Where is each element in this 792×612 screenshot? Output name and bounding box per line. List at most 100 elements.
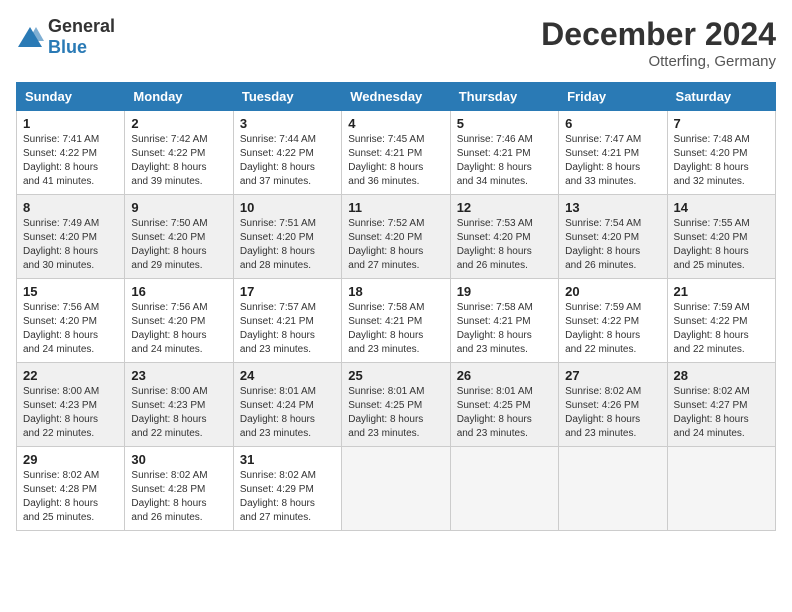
day-number: 5 (457, 116, 552, 131)
calendar-cell: 7 Sunrise: 7:48 AMSunset: 4:20 PMDaylight… (667, 111, 775, 195)
calendar-cell: 22 Sunrise: 8:00 AMSunset: 4:23 PMDayligh… (17, 363, 125, 447)
calendar-cell: 21 Sunrise: 7:59 AMSunset: 4:22 PMDayligh… (667, 279, 775, 363)
day-number: 18 (348, 284, 443, 299)
calendar-week-5: 29 Sunrise: 8:02 AMSunset: 4:28 PMDayligh… (17, 447, 776, 531)
logo-general: General (48, 16, 115, 36)
day-number: 15 (23, 284, 118, 299)
day-info: Sunrise: 7:45 AMSunset: 4:21 PMDaylight:… (348, 133, 443, 189)
day-number: 25 (348, 368, 443, 383)
title-area: December 2024 Otterfing, Germany (541, 16, 776, 70)
day-info: Sunrise: 8:02 AMSunset: 4:26 PMDaylight:… (565, 385, 660, 441)
day-header-friday: Friday (559, 83, 667, 111)
day-number: 17 (240, 284, 335, 299)
calendar-cell: 26 Sunrise: 8:01 AMSunset: 4:25 PMDayligh… (450, 363, 558, 447)
calendar-cell: 24Sunrise: 8:01 AMSunset: 4:24 PMDayligh… (233, 363, 341, 447)
day-header-monday: Monday (125, 83, 233, 111)
calendar-cell: 31 Sunrise: 8:02 AMSunset: 4:29 PMDayligh… (233, 447, 341, 531)
day-info: Sunrise: 7:58 AMSunset: 4:21 PMDaylight:… (348, 301, 443, 357)
day-info: Sunrise: 7:56 AMSunset: 4:20 PMDaylight:… (131, 301, 226, 357)
month-title: December 2024 (541, 16, 776, 53)
days-of-week-row: SundayMondayTuesdayWednesdayThursdayFrid… (17, 83, 776, 111)
day-number: 4 (348, 116, 443, 131)
calendar-cell: 25 Sunrise: 8:01 AMSunset: 4:25 PMDayligh… (342, 363, 450, 447)
day-number: 7 (674, 116, 769, 131)
day-number: 10 (240, 200, 335, 215)
day-info: Sunrise: 7:50 AMSunset: 4:20 PMDaylight:… (131, 217, 226, 273)
calendar-cell: 2 Sunrise: 7:42 AMSunset: 4:22 PMDaylight… (125, 111, 233, 195)
day-number: 16 (131, 284, 226, 299)
logo-blue: Blue (48, 37, 87, 57)
day-number: 12 (457, 200, 552, 215)
day-info: Sunrise: 7:59 AMSunset: 4:22 PMDaylight:… (674, 301, 769, 357)
calendar-cell: 28 Sunrise: 8:02 AMSunset: 4:27 PMDayligh… (667, 363, 775, 447)
day-info: Sunrise: 7:41 AMSunset: 4:22 PMDaylight:… (23, 133, 118, 189)
day-info: Sunrise: 8:01 AMSunset: 4:25 PMDaylight:… (457, 385, 552, 441)
day-info: Sunrise: 7:55 AMSunset: 4:20 PMDaylight:… (674, 217, 769, 273)
day-info: Sunrise: 8:01 AMSunset: 4:25 PMDaylight:… (348, 385, 443, 441)
day-number: 23 (131, 368, 226, 383)
calendar-cell: 27 Sunrise: 8:02 AMSunset: 4:26 PMDayligh… (559, 363, 667, 447)
calendar-cell: 14Sunrise: 7:55 AMSunset: 4:20 PMDayligh… (667, 195, 775, 279)
day-info: Sunrise: 7:42 AMSunset: 4:22 PMDaylight:… (131, 133, 226, 189)
day-info: Sunrise: 8:00 AMSunset: 4:23 PMDaylight:… (23, 385, 118, 441)
calendar-body: 1 Sunrise: 7:41 AMSunset: 4:22 PMDaylight… (17, 111, 776, 531)
day-header-thursday: Thursday (450, 83, 558, 111)
day-info: Sunrise: 7:48 AMSunset: 4:20 PMDaylight:… (674, 133, 769, 189)
day-info: Sunrise: 8:02 AMSunset: 4:28 PMDaylight:… (23, 469, 118, 525)
day-info: Sunrise: 7:53 AMSunset: 4:20 PMDaylight:… (457, 217, 552, 273)
day-number: 28 (674, 368, 769, 383)
day-number: 8 (23, 200, 118, 215)
day-info: Sunrise: 7:47 AMSunset: 4:21 PMDaylight:… (565, 133, 660, 189)
day-info: Sunrise: 8:02 AMSunset: 4:28 PMDaylight:… (131, 469, 226, 525)
day-number: 21 (674, 284, 769, 299)
day-number: 26 (457, 368, 552, 383)
logo-icon (16, 25, 44, 49)
calendar-week-2: 8 Sunrise: 7:49 AMSunset: 4:20 PMDaylight… (17, 195, 776, 279)
day-number: 29 (23, 452, 118, 467)
day-number: 19 (457, 284, 552, 299)
day-info: Sunrise: 7:46 AMSunset: 4:21 PMDaylight:… (457, 133, 552, 189)
calendar-week-4: 22 Sunrise: 8:00 AMSunset: 4:23 PMDayligh… (17, 363, 776, 447)
day-info: Sunrise: 7:54 AMSunset: 4:20 PMDaylight:… (565, 217, 660, 273)
day-number: 31 (240, 452, 335, 467)
day-header-wednesday: Wednesday (342, 83, 450, 111)
day-info: Sunrise: 7:49 AMSunset: 4:20 PMDaylight:… (23, 217, 118, 273)
day-header-saturday: Saturday (667, 83, 775, 111)
day-number: 6 (565, 116, 660, 131)
calendar-cell (450, 447, 558, 531)
day-number: 22 (23, 368, 118, 383)
day-number: 27 (565, 368, 660, 383)
calendar-cell: 12 Sunrise: 7:53 AMSunset: 4:20 PMDayligh… (450, 195, 558, 279)
day-info: Sunrise: 7:59 AMSunset: 4:22 PMDaylight:… (565, 301, 660, 357)
calendar-table: SundayMondayTuesdayWednesdayThursdayFrid… (16, 82, 776, 531)
calendar-cell: 15Sunrise: 7:56 AMSunset: 4:20 PMDayligh… (17, 279, 125, 363)
day-number: 13 (565, 200, 660, 215)
calendar-cell: 9 Sunrise: 7:50 AMSunset: 4:20 PMDaylight… (125, 195, 233, 279)
day-info: Sunrise: 8:02 AMSunset: 4:27 PMDaylight:… (674, 385, 769, 441)
calendar-cell: 1 Sunrise: 7:41 AMSunset: 4:22 PMDaylight… (17, 111, 125, 195)
calendar-cell: 5 Sunrise: 7:46 AMSunset: 4:21 PMDaylight… (450, 111, 558, 195)
calendar-cell: 10Sunrise: 7:51 AMSunset: 4:20 PMDayligh… (233, 195, 341, 279)
page-header: General Blue December 2024 Otterfing, Ge… (16, 16, 776, 70)
day-info: Sunrise: 7:52 AMSunset: 4:20 PMDaylight:… (348, 217, 443, 273)
calendar-cell: 30 Sunrise: 8:02 AMSunset: 4:28 PMDayligh… (125, 447, 233, 531)
calendar-cell: 19 Sunrise: 7:58 AMSunset: 4:21 PMDayligh… (450, 279, 558, 363)
calendar-week-3: 15 Sunrise: 7:56 AMSunset: 4:20 PMDayligh… (17, 279, 776, 363)
calendar-cell: 16 Sunrise: 7:56 AMSunset: 4:20 PMDayligh… (125, 279, 233, 363)
day-info: Sunrise: 8:02 AMSunset: 4:29 PMDaylight:… (240, 469, 335, 525)
day-number: 3 (240, 116, 335, 131)
day-header-sunday: Sunday (17, 83, 125, 111)
calendar-cell (559, 447, 667, 531)
day-info: Sunrise: 7:58 AMSunset: 4:21 PMDaylight:… (457, 301, 552, 357)
calendar-cell: 8 Sunrise: 7:49 AMSunset: 4:20 PMDaylight… (17, 195, 125, 279)
calendar-cell: 20Sunrise: 7:59 AMSunset: 4:22 PMDayligh… (559, 279, 667, 363)
day-number: 9 (131, 200, 226, 215)
day-number: 24 (240, 368, 335, 383)
location-title: Otterfing, Germany (541, 53, 776, 70)
day-info: Sunrise: 7:57 AMSunset: 4:21 PMDaylight:… (240, 301, 335, 357)
calendar-cell: 23Sunrise: 8:00 AMSunset: 4:23 PMDayligh… (125, 363, 233, 447)
calendar-cell: 6 Sunrise: 7:47 AMSunset: 4:21 PMDaylight… (559, 111, 667, 195)
day-number: 30 (131, 452, 226, 467)
day-number: 1 (23, 116, 118, 131)
day-number: 2 (131, 116, 226, 131)
